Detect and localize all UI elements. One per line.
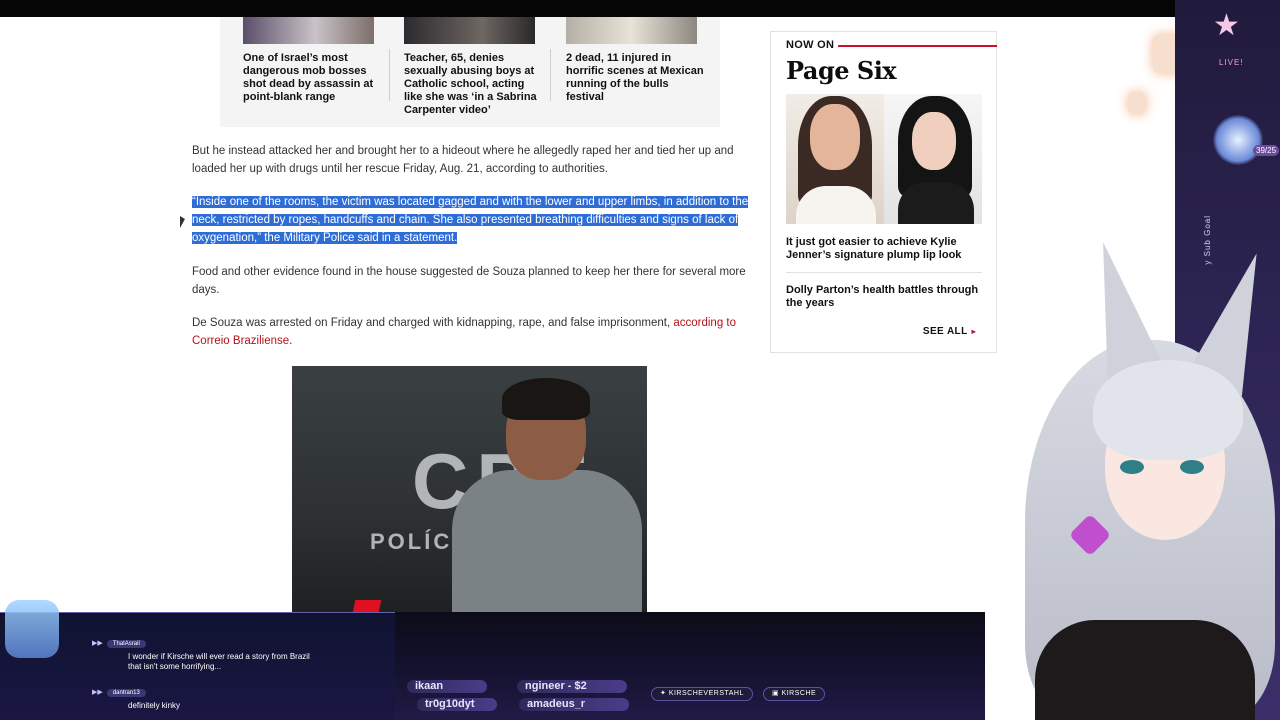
supporter-ticker: ikaan ngineer - $2 tr0g10dyt amadeus_r ✦… (395, 660, 985, 720)
sidebar-hero-image[interactable] (786, 94, 982, 224)
chat-username: dantran13 (106, 689, 146, 697)
twitter-handle: ✦ KIRSCHEVERSTAHL (651, 687, 753, 701)
sidebar-story-link[interactable]: It just got easier to achieve Kylie Jenn… (786, 236, 982, 262)
ticker-name: tr0g10dyt (417, 698, 497, 711)
chat-bubble-icon: ▣ (772, 690, 782, 697)
star-icon: ★ (1213, 9, 1240, 42)
related-story-title[interactable]: 2 dead, 11 injured in horrific scenes at… (566, 52, 706, 104)
person-body (452, 470, 642, 613)
ticker-name: ikaan (407, 680, 487, 693)
related-story[interactable]: Teacher, 65, denies sexually abusing boy… (404, 17, 544, 117)
related-stories: One of Israel’s most dangerous mob bosse… (220, 17, 720, 127)
see-all-label[interactable]: SEE ALL (923, 326, 968, 337)
vtuber-avatar (985, 240, 1280, 720)
page-six-sidebar: NOW ON Page Six It just got easier to ac… (770, 31, 997, 353)
person-hair (502, 378, 590, 420)
related-story-title[interactable]: One of Israel’s most dangerous mob bosse… (243, 52, 383, 104)
separator (389, 49, 390, 101)
article-photo[interactable]: CPE POLÍCIA (292, 366, 647, 613)
article-paragraph: Food and other evidence found in the hou… (192, 266, 746, 296)
chat-username: ThatAsrail (106, 640, 146, 648)
goal-counter: 39/25 (1253, 145, 1280, 156)
twitter-icon: ✦ (660, 690, 669, 697)
selected-quote-text[interactable]: “Inside one of the rooms, the victim was… (192, 196, 749, 244)
chevron-icon: ▶▶ (92, 689, 103, 696)
chat-text: I wonder if Kirsche will ever read a sto… (128, 652, 310, 671)
mascot-icon (5, 600, 59, 658)
sidebar-story-link[interactable]: Dolly Parton’s health battles through th… (786, 284, 982, 310)
see-all-link[interactable]: SEE ALL ▸ (923, 326, 976, 337)
chat-handle: ▣ KIRSCHE (763, 687, 826, 701)
divider (786, 272, 982, 273)
related-story[interactable]: 2 dead, 11 injured in horrific scenes at… (566, 17, 706, 104)
avatar-eye (1120, 460, 1144, 474)
related-thumbnail[interactable] (404, 17, 535, 44)
mouse-cursor-icon (180, 216, 185, 228)
chat-message: ▶▶ ThatAsrail I wonder if Kirsche will ev… (92, 632, 318, 672)
top-black-bar (0, 0, 1280, 17)
chat-box: ▶▶ ThatAsrail I wonder if Kirsche will ev… (0, 612, 395, 720)
article-quote-paragraph: “Inside one of the rooms, the victim was… (192, 193, 752, 247)
paragraph-end: . (289, 335, 293, 347)
avatar-eye (1180, 460, 1204, 474)
chat-message: ▶▶ dantran13 definitely kinky (92, 681, 318, 711)
article-paragraph: De Souza was arrested on Friday and char… (192, 314, 752, 350)
chevron-icon: ▶▶ (92, 640, 103, 647)
live-label: LIVE! (1219, 58, 1244, 67)
avatar-outfit (1035, 620, 1255, 720)
page-six-logo[interactable]: Page Six (786, 56, 897, 85)
paragraph-text: De Souza was arrested on Friday and char… (192, 317, 674, 329)
now-on-label: NOW ON (786, 39, 839, 51)
ticker-name: ngineer - $2 (517, 680, 627, 693)
arrow-right-icon: ▸ (971, 327, 976, 336)
separator (550, 49, 551, 101)
chat-text: definitely kinky (128, 701, 181, 710)
hero-right-portrait (884, 94, 982, 224)
related-thumbnail[interactable] (566, 17, 697, 44)
avatar-fringe (1093, 360, 1243, 460)
related-story-title[interactable]: Teacher, 65, denies sexually abusing boy… (404, 52, 544, 117)
ticker-name: amadeus_r (519, 698, 629, 711)
lantern-decoration (1128, 92, 1146, 114)
related-story[interactable]: One of Israel’s most dangerous mob bosse… (243, 17, 383, 104)
article-paragraph: But he instead attacked her and brought … (192, 145, 734, 175)
social-label: KIRSCHEVERSTAHL (668, 690, 744, 697)
hero-left-portrait (786, 94, 884, 224)
related-thumbnail[interactable] (243, 17, 374, 44)
social-label: KIRSCHE (781, 690, 817, 697)
goal-orb-icon (1213, 115, 1263, 165)
